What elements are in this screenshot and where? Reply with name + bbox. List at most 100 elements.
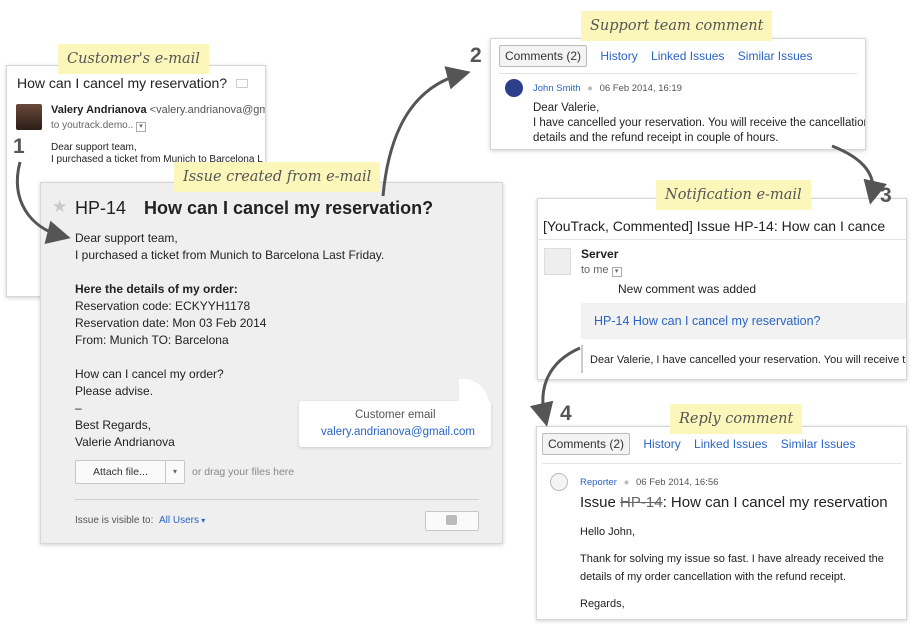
notification-issue-box: HP-14 How can I cancel my reservation? [581,303,906,339]
tab-comments[interactable]: Comments (2) [499,45,588,67]
reply-line: Thank for solving my issue so fast. I ha… [580,553,884,565]
sender-name: Valery Andrianova [51,104,147,116]
comment-author[interactable]: Reporter [580,477,617,488]
label-icon [236,79,248,88]
recipient-line: to me ▾ [581,264,622,277]
notification-email-card: [YouTrack, Commented] Issue HP-14: How c… [537,198,907,380]
tab-comments[interactable]: Comments (2) [542,433,631,455]
meta-separator: ● [587,83,593,94]
sender-avatar [16,104,42,130]
arrow-2 [381,66,471,197]
tab-history[interactable]: History [600,49,637,63]
visibility-value: All Users [159,515,200,526]
tab-similar-issues[interactable]: Similar Issues [781,437,856,451]
tab-history[interactable]: History [643,437,680,451]
reply-line: details of my order cancellation with th… [580,571,846,583]
divider [75,499,479,500]
meta-separator: ● [623,477,630,488]
sender-email: <valery.andrianova@gmail [149,104,266,116]
tooltip-email-link[interactable]: valery.andrianova@gmail.com [321,426,475,438]
step-number-1: 1 [13,135,25,158]
chevron-down-icon: ▾ [199,516,206,525]
label-customer-email: Customer's e-mail [58,44,209,74]
email-body-line: Dear support team, [51,142,137,153]
notification-info: New comment was added [618,282,757,296]
comment-date: 06 Feb 2014, 16:19 [599,83,682,94]
description-line [75,264,384,281]
reply-line: Regards, [580,598,625,610]
reply-comment-card: Comments (2) History Linked Issues Simil… [536,426,907,620]
reply-line [580,586,884,595]
thumbs-up-button[interactable] [425,511,479,531]
tooltip-title: Customer email [355,409,436,421]
reply-line [580,541,884,550]
visibility-label: Issue is visible to: [75,515,154,526]
recipient-line: to youtrack.demo.. ▾ [51,120,147,132]
label-notification-email: Notification e-mail [656,180,811,210]
drag-hint: or drag your files here [192,466,295,478]
comment-date: 06 Feb 2014, 16:56 [636,477,719,488]
divider [499,73,857,74]
description-line: How can I cancel my order? [75,367,224,381]
reporter-avatar [550,473,568,491]
thumbs-up-icon [446,515,457,525]
notification-quote: Dear Valerie, I have cancelled your rese… [590,354,907,366]
resolved-issue-id[interactable]: HP-14 [620,494,663,511]
divider [538,239,906,240]
attach-dropdown-button[interactable]: ▾ [165,460,185,484]
customer-email-tooltip: Customer email valery.andrianova@gmail.c… [299,379,491,447]
visibility-dropdown[interactable]: All Users ▾ [159,515,205,526]
description-line: Here the details of my order: [75,282,238,296]
attach-file-button[interactable]: Attach file... [75,460,167,484]
label-support-comment: Support team comment [581,11,773,41]
tooltip-tail [459,379,489,405]
email-subject: How can I cancel my reservation? [17,75,228,91]
issue-prefix: Issue [580,494,616,511]
notification-sender: Server [581,247,619,261]
step-number-2: 2 [470,44,482,67]
comment-line: I have cancelled your reservation. You w… [533,117,866,129]
comment-tabs: Comments (2) History Linked Issues Simil… [542,433,855,455]
tab-linked-issues[interactable]: Linked Issues [694,437,767,451]
sender-line: Valery Andrianova <valery.andrianova@gma… [51,104,266,116]
reply-issue-title: : How can I cancel my reservation [662,494,888,511]
divider [542,463,902,464]
reply-body: Hello John, Thank for solving my issue s… [580,523,884,613]
description-line [75,349,384,366]
label-reply-comment: Reply comment [670,404,803,434]
comment-line: details and the refund receipt in couple… [533,132,779,144]
description-line: Reservation date: Mon 03 Feb 2014 [75,316,267,330]
arrow-3 [831,144,887,205]
description-line: From: Munich TO: Barcelona [75,333,229,347]
attach-label: Attach file... [93,466,148,478]
comment-tabs: Comments (2) History Linked Issues Simil… [499,45,812,67]
star-icon[interactable]: ★ [52,197,67,217]
description-line: Please advise. [75,384,154,398]
reply-subject: Issue HP-14: How can I cancel my reserva… [580,494,888,511]
sender-avatar [544,248,571,275]
notification-subject: [YouTrack, Commented] Issue HP-14: How c… [543,218,886,234]
notification-issue-link[interactable]: HP-14 How can I cancel my reservation? [594,314,820,328]
step-number-4: 4 [560,402,572,425]
recipient: to me [581,264,609,276]
description-line: I purchased a ticket from Munich to Barc… [75,248,385,262]
comment-body: Dear Valerie, I have cancelled your rese… [533,101,866,146]
support-comment-card: Comments (2) History Linked Issues Simil… [490,38,866,150]
tab-linked-issues[interactable]: Linked Issues [651,49,724,63]
recipient-dropdown-icon[interactable]: ▾ [611,267,622,277]
comment-meta: John Smith ● 06 Feb 2014, 16:19 [533,83,682,94]
issue-id: HP-14 [75,198,127,218]
description-line: Dear support team, [75,231,178,245]
author-avatar [505,79,523,97]
comment-meta: Reporter ● 06 Feb 2014, 16:56 [580,477,718,488]
tab-similar-issues[interactable]: Similar Issues [738,49,813,63]
issue-card: ★ HP-14 How can I cancel my reservation?… [40,182,503,544]
issue-title: How can I cancel my reservation? [144,198,434,218]
recipient: to youtrack.demo.. [51,120,134,131]
recipient-dropdown-icon[interactable]: ▾ [136,122,147,132]
description-line: Reservation code: ECKYYH1178 [75,299,251,313]
label-issue-created: Issue created from e-mail [174,162,381,192]
step-number-3: 3 [880,184,892,207]
reply-line: Hello John, [580,526,636,538]
comment-author[interactable]: John Smith [533,83,581,94]
